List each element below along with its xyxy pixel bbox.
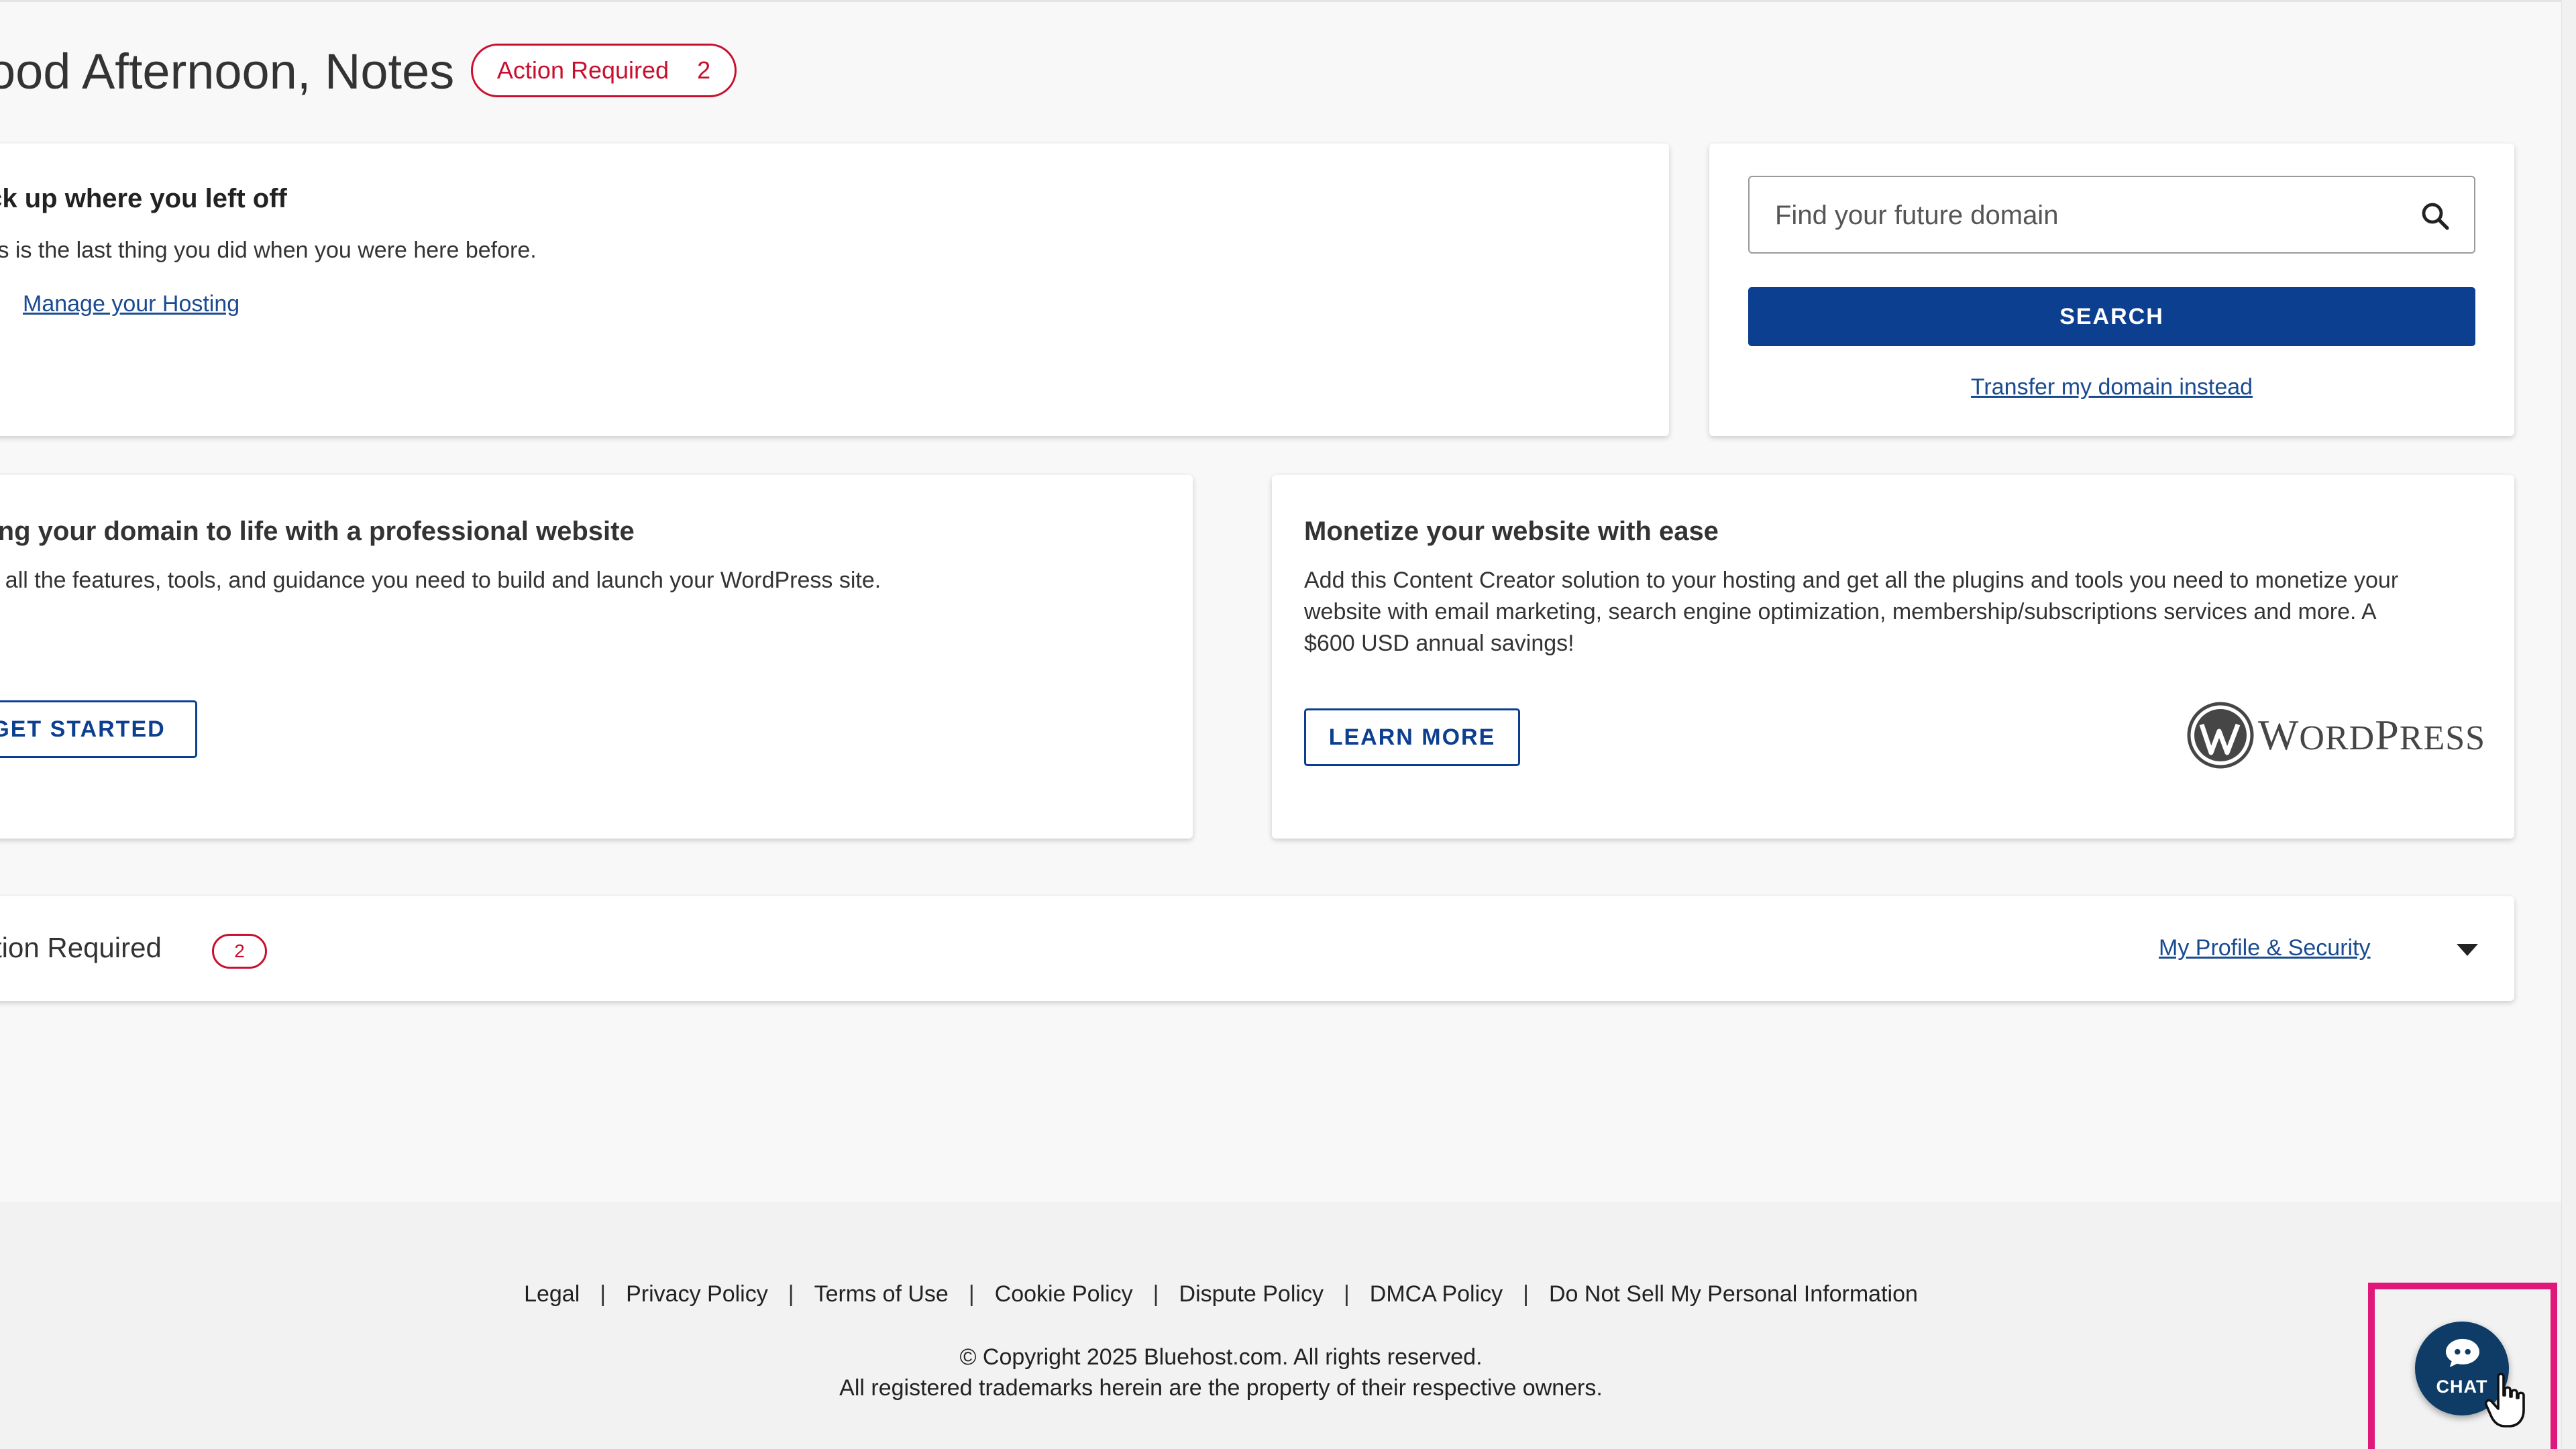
- footer-separator: |: [1523, 1281, 1529, 1307]
- action-required-count-badge: 2: [212, 934, 267, 969]
- wordpress-logo-icon: [2187, 702, 2254, 769]
- page-greeting: ood Afternoon, Notes: [0, 43, 455, 99]
- footer-link-dmca-policy[interactable]: DMCA Policy: [1370, 1281, 1503, 1307]
- resume-card-heading: ick up where you left off: [0, 184, 287, 213]
- footer-separator: |: [968, 1281, 975, 1307]
- website-promo-heading: ring your domain to life with a professi…: [0, 517, 635, 546]
- footer-links: Legal | Privacy Policy | Terms of Use | …: [0, 1281, 2442, 1307]
- action-required-title: ction Required: [0, 932, 162, 963]
- footer-link-dispute-policy[interactable]: Dispute Policy: [1179, 1281, 1324, 1307]
- footer-link-legal[interactable]: Legal: [524, 1281, 580, 1307]
- page-footer: Legal | Privacy Policy | Terms of Use | …: [0, 1202, 2561, 1449]
- footer-copyright: © Copyright 2025 Bluehost.com. All right…: [959, 1344, 1483, 1370]
- domain-search-input[interactable]: [1774, 177, 2407, 254]
- footer-separator: |: [600, 1281, 606, 1307]
- action-required-panel[interactable]: ction Required 2 My Profile & Security: [0, 896, 2514, 1001]
- search-button[interactable]: SEARCH: [1748, 287, 2475, 346]
- transfer-domain-link[interactable]: Transfer my domain instead: [1709, 374, 2514, 400]
- search-icon[interactable]: [2419, 200, 2451, 232]
- domain-search-card: SEARCH Transfer my domain instead: [1709, 144, 2514, 436]
- action-required-pill-count: 2: [697, 56, 711, 84]
- action-required-pill[interactable]: Action Required 2: [471, 44, 737, 97]
- footer-separator: |: [1152, 1281, 1159, 1307]
- footer-link-cookie-policy[interactable]: Cookie Policy: [995, 1281, 1133, 1307]
- hand-cursor-icon: [2485, 1373, 2525, 1428]
- page-scrollbar[interactable]: [2561, 0, 2576, 1449]
- footer-link-do-not-sell[interactable]: Do Not Sell My Personal Information: [1549, 1281, 1918, 1307]
- chat-bubble-icon: [2446, 1338, 2479, 1368]
- website-promo-text: et all the features, tools, and guidance…: [0, 568, 881, 593]
- top-border: [0, 0, 2561, 2]
- wordpress-logo: WORDPRESS: [2187, 702, 2485, 769]
- domain-search-box: [1748, 176, 2475, 254]
- monetize-promo-heading: Monetize your website with ease: [1304, 517, 1719, 546]
- footer-link-privacy-policy[interactable]: Privacy Policy: [626, 1281, 768, 1307]
- resume-card: ick up where you left off his is the las…: [0, 144, 1669, 436]
- wordpress-wordmark: WORDPRESS: [2258, 711, 2486, 759]
- footer-link-terms-of-use[interactable]: Terms of Use: [814, 1281, 949, 1307]
- monetize-promo-text: Add this Content Creator solution to you…: [1304, 568, 2399, 656]
- resume-card-text: his is the last thing you did when you w…: [0, 237, 537, 263]
- action-required-pill-label: Action Required: [496, 56, 669, 84]
- monetize-promo-card: Monetize your website with ease Add this…: [1272, 475, 2514, 839]
- caret-down-icon[interactable]: [2454, 941, 2481, 961]
- footer-separator: |: [1343, 1281, 1350, 1307]
- manage-hosting-link[interactable]: Manage your Hosting: [23, 291, 239, 317]
- footer-separator: |: [788, 1281, 794, 1307]
- website-promo-card: ring your domain to life with a professi…: [0, 475, 1193, 839]
- footer-trademark: All registered trademarks herein are the…: [839, 1375, 1603, 1401]
- chevron-right-icon: [0, 295, 1, 319]
- profile-security-link[interactable]: My Profile & Security: [2159, 935, 2371, 961]
- get-started-button[interactable]: GET STARTED: [0, 700, 197, 758]
- learn-more-button[interactable]: LEARN MORE: [1304, 708, 1520, 766]
